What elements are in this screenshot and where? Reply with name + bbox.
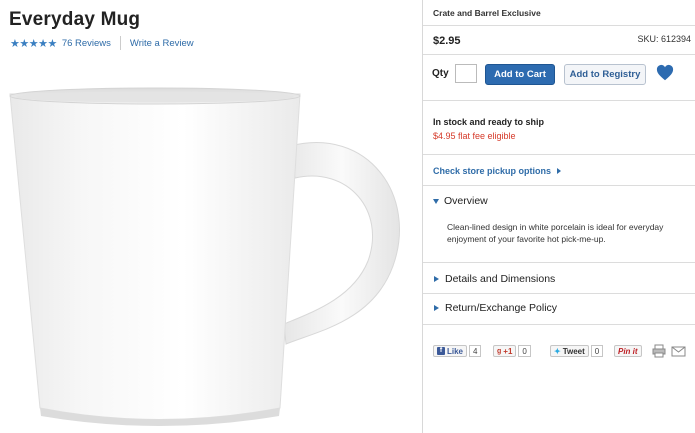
ratings-row: ★★★★★ 76 Reviews Write a Review [10, 36, 194, 50]
caret-down-icon [433, 198, 439, 204]
price: $2.95 [433, 35, 461, 47]
caret-right-icon [434, 305, 439, 311]
facebook-like-button[interactable]: f Like [433, 345, 468, 357]
divider [423, 154, 695, 155]
divider [119, 36, 121, 50]
divider [423, 293, 695, 294]
overview-toggle[interactable]: Overview [433, 195, 488, 207]
chevron-right-icon [557, 168, 562, 174]
reviews-link[interactable]: 76 Reviews [62, 38, 111, 49]
return-policy-toggle[interactable]: Return/Exchange Policy [433, 302, 557, 314]
google-plus-button[interactable]: g +1 [493, 345, 517, 357]
twitter-widget[interactable]: ✦ Tweet 0 [550, 344, 604, 358]
facebook-like-label: Like [447, 346, 464, 356]
google-plus-label: +1 [503, 346, 513, 356]
tweet-label: Tweet [562, 346, 585, 356]
dimensions-toggle[interactable]: Details and Dimensions [433, 273, 555, 285]
product-image[interactable] [8, 86, 413, 433]
email-icon[interactable] [671, 344, 686, 358]
facebook-like-count: 4 [469, 345, 482, 357]
overview-label: Overview [444, 195, 488, 207]
return-policy-label: Return/Exchange Policy [445, 302, 558, 314]
add-to-registry-button[interactable]: Add to Registry [564, 64, 646, 85]
add-to-cart-button[interactable]: Add to Cart [485, 64, 555, 85]
quantity-input[interactable] [455, 64, 477, 83]
google-plus-widget[interactable]: g +1 0 [493, 344, 531, 358]
caret-right-icon [434, 276, 439, 282]
page-title: Everyday Mug [9, 9, 141, 30]
stock-status: In stock and ready to ship [433, 117, 545, 127]
tweet-button[interactable]: ✦ Tweet [550, 345, 589, 357]
google-plus-count: 0 [518, 345, 531, 357]
write-review-link[interactable]: Write a Review [130, 38, 194, 49]
overview-description: Clean-lined design in white porcelain is… [447, 222, 664, 244]
sku-label: SKU: 612394 [637, 34, 691, 44]
product-image-panel: Everyday Mug ★★★★★ 76 Reviews Write a Re… [0, 0, 422, 433]
shipping-fee: $4.95 flat fee eligible [433, 131, 516, 141]
divider [423, 54, 695, 55]
google-plus-icon: g [497, 347, 502, 355]
print-icon[interactable] [652, 344, 666, 358]
dimensions-label: Details and Dimensions [445, 273, 556, 285]
purchase-panel: Crate and Barrel Exclusive $2.95 SKU: 61… [423, 0, 695, 433]
divider [423, 185, 695, 186]
twitter-bird-icon: ✦ [554, 346, 561, 356]
facebook-icon: f [437, 347, 445, 355]
pinterest-widget[interactable]: Pin it [614, 344, 642, 358]
facebook-like-widget[interactable]: f Like 4 [433, 344, 482, 358]
store-pickup-link[interactable]: Check store pickup options [433, 166, 562, 176]
qty-label: Qty [432, 68, 449, 79]
tweet-count: 0 [590, 345, 604, 357]
star-rating-icon: ★★★★★ [10, 37, 57, 50]
divider [423, 262, 695, 263]
brand-label: Crate and Barrel Exclusive [433, 8, 541, 18]
pin-it-button[interactable]: Pin it [614, 345, 642, 357]
store-pickup-label: Check store pickup options [433, 166, 552, 176]
divider [423, 324, 695, 325]
divider [423, 100, 695, 101]
divider [423, 25, 695, 26]
heart-icon[interactable] [656, 64, 674, 82]
